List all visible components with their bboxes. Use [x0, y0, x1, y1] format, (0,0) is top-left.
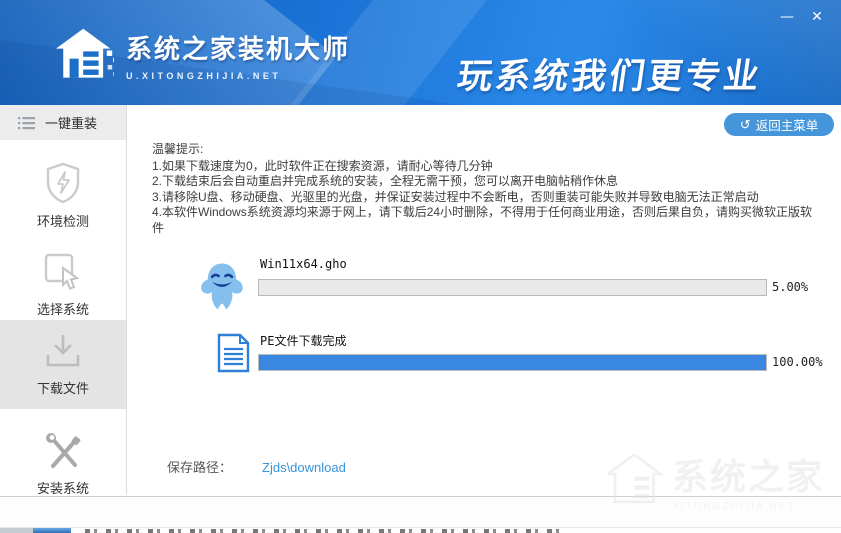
sidebar-item-label: 选择系统 — [36, 302, 89, 317]
progress-bar-pe — [258, 354, 767, 371]
background-window-sliver — [0, 528, 33, 533]
brand-url: U.XITONGZHIJIA.NET — [126, 71, 282, 81]
sidebar-item-label: 下载文件 — [36, 381, 89, 396]
background-window-sliver — [33, 528, 71, 533]
brand-title: 系统之家装机大师 — [126, 34, 351, 64]
minimize-button[interactable]: — — [777, 8, 797, 26]
progress-fill — [259, 280, 285, 295]
progress-percent: 5.00% — [772, 280, 809, 294]
sidebar-item-install-system[interactable]: 安装系统 — [0, 417, 126, 497]
tips-line: 4.本软件Windows系统资源均来源于网上，请下载后24小时删除，不得用于任何… — [152, 205, 813, 235]
header-slogan: 玩系统我们更专业 — [454, 57, 765, 96]
menu-list-icon — [18, 116, 35, 130]
sidebar-header-onekey-reinstall[interactable]: 一键重装 — [0, 105, 126, 140]
tools-icon — [43, 433, 83, 471]
ghost-file-icon — [197, 259, 247, 313]
tips-line: 2.下载结束后会自动重启并完成系统的安装，全程无需干预，您可以离开电脑帖稍作休息 — [152, 174, 619, 189]
progress-fill — [259, 355, 766, 370]
main-content: ↺ 返回主菜单 温馨提示: 1.如果下载速度为0，此时软件正在搜索资源，请耐心等… — [127, 105, 841, 497]
app-window: 系统之家装机大师 U.XITONGZHIJIA.NET 玩系统我们更专业 — ✕… — [0, 0, 841, 533]
sidebar-header-label: 一键重装 — [45, 116, 98, 131]
footer-divider — [0, 496, 841, 497]
pe-document-icon — [217, 333, 250, 373]
tips-line: 3.请移除U盘、移动硬盘、光驱里的光盘，并保证安装过程中不会断电，否则重装可能失… — [152, 189, 759, 204]
back-arrow-icon: ↺ — [739, 117, 751, 132]
sidebar-item-label: 环境检测 — [36, 214, 89, 229]
background-window-edge — [0, 527, 841, 528]
close-button[interactable]: ✕ — [807, 8, 827, 26]
return-main-menu-label: 返回主菜单 — [755, 119, 819, 133]
select-cursor-icon — [43, 252, 83, 292]
house-logo-icon — [56, 28, 114, 82]
sidebar-item-label: 安装系统 — [36, 481, 89, 496]
download-filename: Win11x64.gho — [260, 257, 347, 271]
sidebar-item-download-files[interactable]: 下载文件 — [0, 320, 126, 409]
background-window-sliver — [85, 529, 563, 533]
progress-bar-gho — [258, 279, 767, 296]
save-path-link[interactable]: Zjds\download — [262, 460, 346, 475]
header: 系统之家装机大师 U.XITONGZHIJIA.NET 玩系统我们更专业 — ✕ — [0, 0, 841, 105]
progress-percent: 100.00% — [772, 355, 823, 369]
sidebar-item-env-check[interactable]: 环境检测 — [0, 150, 126, 230]
tips-block: 温馨提示: 1.如果下载速度为0，此时软件正在搜索资源，请耐心等待几分钟 2.下… — [152, 142, 824, 237]
shield-lightning-icon — [44, 162, 82, 204]
sidebar: 一键重装 环境检测 选择系统 下载文件 安装系统 — [0, 105, 127, 497]
brand-logo: 系统之家装机大师 U.XITONGZHIJIA.NET — [56, 28, 350, 82]
sidebar-item-select-system[interactable]: 选择系统 — [0, 238, 126, 318]
download-icon — [43, 333, 83, 371]
download-filename: PE文件下载完成 — [260, 334, 347, 348]
save-path-label: 保存路径： — [167, 460, 233, 475]
save-path-row: 保存路径： Zjds\download — [167, 457, 346, 476]
return-main-menu-button[interactable]: ↺ 返回主菜单 — [724, 113, 834, 136]
tips-line: 1.如果下载速度为0，此时软件正在搜索资源，请耐心等待几分钟 — [152, 158, 493, 173]
tips-title: 温馨提示: — [152, 142, 204, 156]
